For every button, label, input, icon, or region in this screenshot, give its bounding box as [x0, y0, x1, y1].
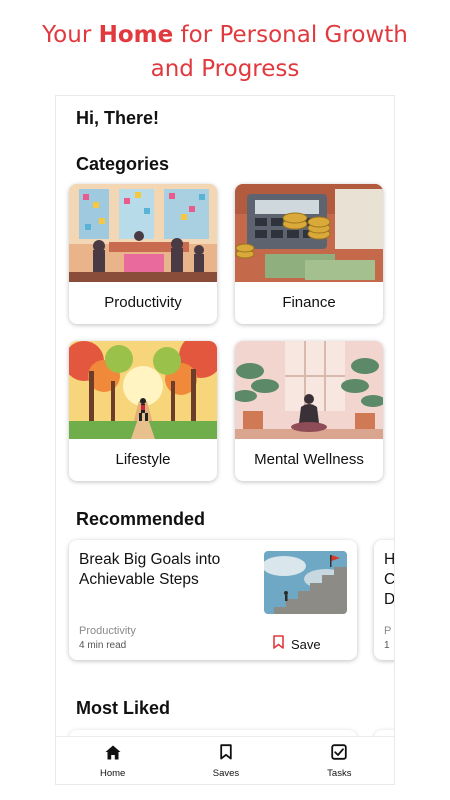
save-label: Save: [291, 636, 321, 652]
lifestyle-image: [69, 341, 217, 439]
recommended-heading: Recommended: [76, 509, 206, 529]
productivity-image: [69, 184, 217, 282]
tab-label: Home: [99, 767, 126, 779]
article-title: Break Big Goals into Achievable Steps: [79, 551, 221, 588]
tab-home[interactable]: Home: [56, 737, 169, 784]
category-label: Lifestyle: [115, 451, 171, 468]
hero-text-post: for Personal Growth: [173, 22, 408, 48]
categories-heading: Categories: [76, 154, 170, 174]
category-label: Finance: [282, 294, 336, 311]
hero-headline: Your Home for Personal Growth and Progre…: [0, 18, 450, 86]
category-card-lifestyle[interactable]: Lifestyle: [69, 341, 217, 481]
category-card-productivity[interactable]: Productivity: [69, 184, 217, 324]
category-card-finance[interactable]: Finance: [235, 184, 383, 324]
article-thumbnail: [264, 551, 347, 614]
tab-label: Saves: [212, 768, 240, 779]
category-label: Productivity: [104, 294, 182, 311]
most-liked-heading: Most Liked: [76, 698, 171, 718]
home-icon: [105, 745, 121, 765]
article-read-time-peek: 1: [384, 640, 390, 651]
article-category-peek: P: [384, 625, 392, 637]
tab-tasks[interactable]: Tasks: [283, 737, 394, 784]
hero-text-pre: Your: [42, 22, 99, 48]
bookmark-icon: [273, 634, 284, 654]
greeting: Hi, There!: [76, 108, 160, 128]
article-title-peek: H C D: [384, 551, 395, 608]
recommended-article-card-next[interactable]: H C D P 1: [374, 540, 395, 660]
save-button[interactable]: Save: [273, 634, 321, 654]
recommended-article-card[interactable]: Break Big Goals into Achievable Steps Pr…: [69, 540, 357, 660]
bottom-tab-bar: Home Saves Tasks: [56, 736, 394, 784]
mental-wellness-image: [235, 341, 383, 439]
bookmark-icon: [220, 744, 232, 765]
checkbox-icon: [331, 744, 348, 765]
article-category: Productivity: [79, 625, 136, 637]
tab-saves[interactable]: Saves: [169, 737, 282, 784]
category-label: Mental Wellness: [254, 451, 364, 468]
hero-text-line2: and Progress: [150, 56, 300, 82]
finance-image: [235, 184, 383, 282]
app-screen: Hi, There! Categories Productivity Finan…: [55, 95, 395, 785]
category-card-mental-wellness[interactable]: Mental Wellness: [235, 341, 383, 481]
article-read-time: 4 min read: [79, 640, 127, 651]
hero-text-bold: Home: [98, 22, 174, 48]
tab-label: Tasks: [327, 768, 352, 779]
